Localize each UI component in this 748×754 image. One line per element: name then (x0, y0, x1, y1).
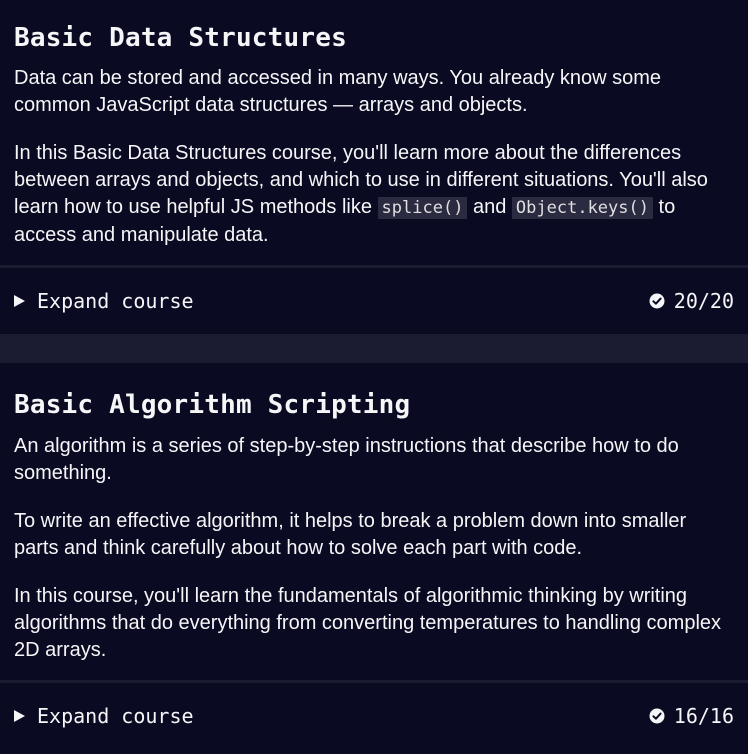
caret-right-icon (14, 295, 25, 307)
check-circle-icon (649, 293, 665, 309)
course-description-paragraph: In this Basic Data Structures course, yo… (14, 140, 734, 249)
course-description: An algorithm is a series of step-by-step… (14, 433, 734, 664)
course-description: Data can be stored and accessed in many … (14, 65, 734, 249)
curriculum-page: Basic Data Structures Data can be stored… (0, 0, 748, 754)
expand-course-label: Expand course (37, 289, 194, 313)
expand-toggle[interactable]: Expand course (14, 289, 194, 313)
course-progress: 20/20 (649, 289, 734, 313)
code-snippet: Object.keys() (511, 197, 653, 219)
progress-count: 20/20 (673, 289, 734, 313)
course-card-basic-algorithm-scripting: Basic Algorithm Scripting An algorithm i… (0, 363, 748, 749)
expand-course-button[interactable]: Expand course 20/20 (0, 268, 748, 334)
expand-course-button[interactable]: Expand course 16/16 (0, 683, 748, 749)
course-description-paragraph: Data can be stored and accessed in many … (14, 67, 662, 116)
progress-count: 16/16 (673, 704, 734, 728)
expand-toggle[interactable]: Expand course (14, 704, 194, 728)
course-body: Basic Algorithm Scripting An algorithm i… (0, 363, 748, 664)
course-card-basic-data-structures: Basic Data Structures Data can be stored… (0, 0, 748, 334)
course-description-paragraph: In this course, you'll learn the fundame… (14, 585, 722, 661)
course-body: Basic Data Structures Data can be stored… (0, 0, 748, 249)
course-description-paragraph: To write an effective algorithm, it help… (14, 510, 687, 559)
section-separator (0, 334, 748, 363)
description-text: and (467, 196, 512, 218)
caret-right-icon (14, 710, 25, 722)
check-circle-icon (649, 708, 665, 724)
code-snippet: splice() (377, 197, 468, 219)
course-title: Basic Algorithm Scripting (14, 390, 411, 420)
course-description-paragraph: An algorithm is a series of step-by-step… (14, 435, 679, 484)
expand-course-label: Expand course (37, 704, 194, 728)
course-title: Basic Data Structures (14, 23, 347, 53)
course-progress: 16/16 (649, 704, 734, 728)
